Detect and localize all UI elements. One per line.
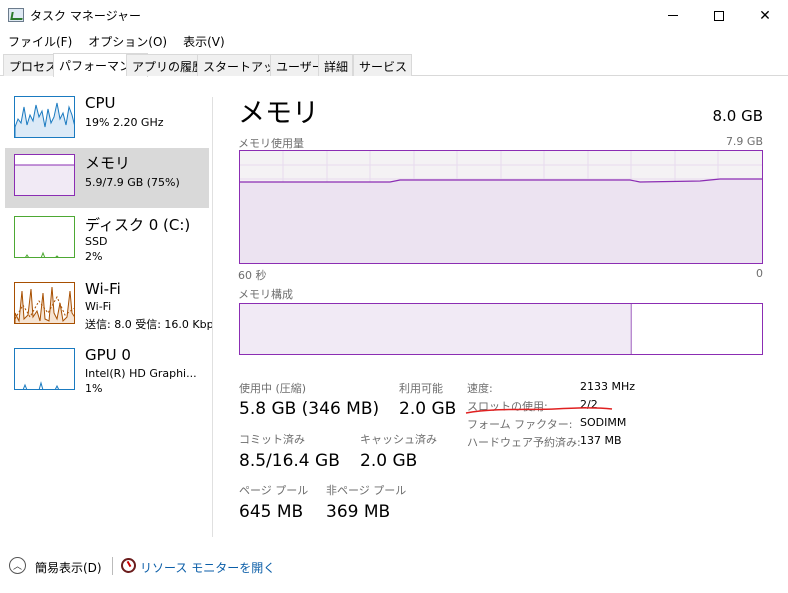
memory-usage-graph: [239, 150, 763, 264]
sidebar-item-detail: SSD: [85, 235, 108, 248]
sidebar-item-disk[interactable]: ディスク 0 (C:) SSD 2%: [5, 210, 209, 270]
task-manager-icon: [8, 8, 24, 22]
sidebar-item-detail: Intel(R) HD Graphi...: [85, 367, 197, 380]
chevron-up-icon[interactable]: ︿: [9, 557, 26, 574]
speed-label: 速度:: [467, 382, 493, 395]
sidebar-item-title: ディスク 0 (C:): [85, 216, 191, 234]
sidebar-item-title: CPU: [85, 94, 116, 112]
form-factor-value: SODIMM: [580, 416, 627, 429]
memory-detail-panel: メモリ 8.0 GB メモリ使用量 7.9 GB 60 秒 0 メモリ構成 使用…: [238, 77, 768, 547]
cpu-thumbnail-graph: [14, 96, 75, 138]
sidebar-item-detail: 2%: [85, 250, 103, 263]
memory-sparkline: [15, 164, 74, 195]
memory-composition-bar: [239, 303, 763, 355]
disk-sparkline: [25, 251, 59, 257]
hardware-reserved-value: 137 MB: [580, 434, 622, 447]
committed-label: コミット済み: [239, 433, 305, 446]
open-resource-monitor-link[interactable]: リソース モニターを開く: [140, 559, 275, 576]
maximize-button[interactable]: [696, 0, 742, 31]
disk-thumbnail-graph: [14, 216, 75, 258]
window-title: タスク マネージャー: [30, 9, 141, 23]
fewer-details-button[interactable]: 簡易表示(D): [35, 559, 102, 576]
available-label: 利用可能: [399, 382, 443, 395]
committed-value: 8.5/16.4 GB: [239, 451, 340, 471]
available-segment-separator: [630, 304, 631, 354]
gpu-thumbnail-graph: [14, 348, 75, 390]
time-axis-end: 0: [756, 267, 763, 280]
memory-total: 8.0 GB: [712, 107, 763, 125]
menu-view[interactable]: 表示(V): [175, 31, 233, 51]
sidebar-item-title: メモリ: [85, 154, 131, 172]
hardware-reserved-label: ハードウェア予約済み:: [467, 436, 581, 449]
sidebar-item-title: Wi-Fi: [85, 280, 121, 298]
footer-divider: [112, 557, 113, 575]
minimize-icon: [668, 15, 678, 16]
sidebar-item-memory[interactable]: メモリ 5.9/7.9 GB (75%): [5, 148, 209, 208]
form-factor-label: フォーム ファクター:: [467, 418, 573, 431]
paged-pool-label: ページ プール: [239, 484, 309, 497]
close-button[interactable]: ✕: [742, 0, 788, 31]
sidebar-item-wifi[interactable]: Wi-Fi Wi-Fi 送信: 8.0 受信: 16.0 Kbp: [5, 276, 214, 336]
time-axis-start: 60 秒: [238, 269, 267, 282]
close-icon: ✕: [759, 7, 771, 24]
paged-pool-value: 645 MB: [239, 502, 304, 522]
available-value: 2.0 GB: [399, 399, 457, 419]
maximize-icon: [714, 10, 724, 21]
gpu-sparkline: [22, 381, 60, 389]
page-title: メモリ: [238, 98, 319, 129]
sidebar-item-title: GPU 0: [85, 346, 131, 364]
sidebar-item-cpu[interactable]: CPU 19% 2.20 GHz: [5, 90, 209, 150]
memory-usage-line: [240, 151, 762, 263]
tab-bar: プロセス パフォーマンス アプリの履歴 スタートアップ ユーザー 詳細 サービス: [0, 53, 788, 77]
nonpaged-pool-value: 369 MB: [326, 502, 391, 522]
cpu-sparkline: [15, 102, 74, 137]
cached-value: 2.0 GB: [360, 451, 418, 471]
nonpaged-pool-label: 非ページ プール: [326, 484, 407, 497]
sidebar-item-detail: Wi-Fi: [85, 300, 112, 313]
tab-details[interactable]: 詳細: [318, 54, 354, 76]
memory-usage-max: 7.9 GB: [725, 135, 763, 148]
menu-options[interactable]: オプション(O): [80, 31, 175, 51]
cached-label: キャッシュ済み: [360, 433, 437, 446]
in-use-label: 使用中 (圧縮): [239, 382, 307, 395]
in-use-value: 5.8 GB (346 MB): [239, 399, 380, 419]
resource-monitor-icon: [121, 558, 136, 573]
sidebar-divider: [212, 97, 213, 537]
speed-value: 2133 MHz: [580, 380, 636, 393]
sidebar-item-detail: 5.9/7.9 GB (75%): [85, 176, 180, 189]
memory-composition-label: メモリ構成: [238, 288, 293, 301]
in-use-segment: [240, 304, 632, 354]
tab-services[interactable]: サービス: [353, 54, 413, 76]
menu-bar: ファイル(F) オプション(O) 表示(V): [0, 31, 233, 51]
sidebar-item-gpu[interactable]: GPU 0 Intel(R) HD Graphi... 1%: [5, 342, 209, 402]
wifi-sparkline: [15, 286, 74, 323]
performance-content: CPU 19% 2.20 GHz メモリ 5.9/7.9 GB (75%) ディ…: [0, 77, 788, 547]
menu-file[interactable]: ファイル(F): [0, 31, 80, 51]
sidebar-item-detail: 1%: [85, 382, 103, 395]
title-bar: タスク マネージャー ✕: [0, 0, 788, 31]
sidebar-item-detail: 19% 2.20 GHz: [85, 116, 164, 129]
minimize-button[interactable]: [650, 0, 696, 31]
footer-bar: ︿ 簡易表示(D) リソース モニターを開く: [0, 547, 788, 593]
memory-thumbnail-graph: [14, 154, 75, 196]
wifi-thumbnail-graph: [14, 282, 75, 324]
sidebar-item-detail: 送信: 8.0 受信: 16.0 Kbp: [85, 318, 214, 331]
performance-sidebar: CPU 19% 2.20 GHz メモリ 5.9/7.9 GB (75%) ディ…: [0, 77, 214, 547]
memory-usage-label: メモリ使用量: [238, 137, 304, 150]
